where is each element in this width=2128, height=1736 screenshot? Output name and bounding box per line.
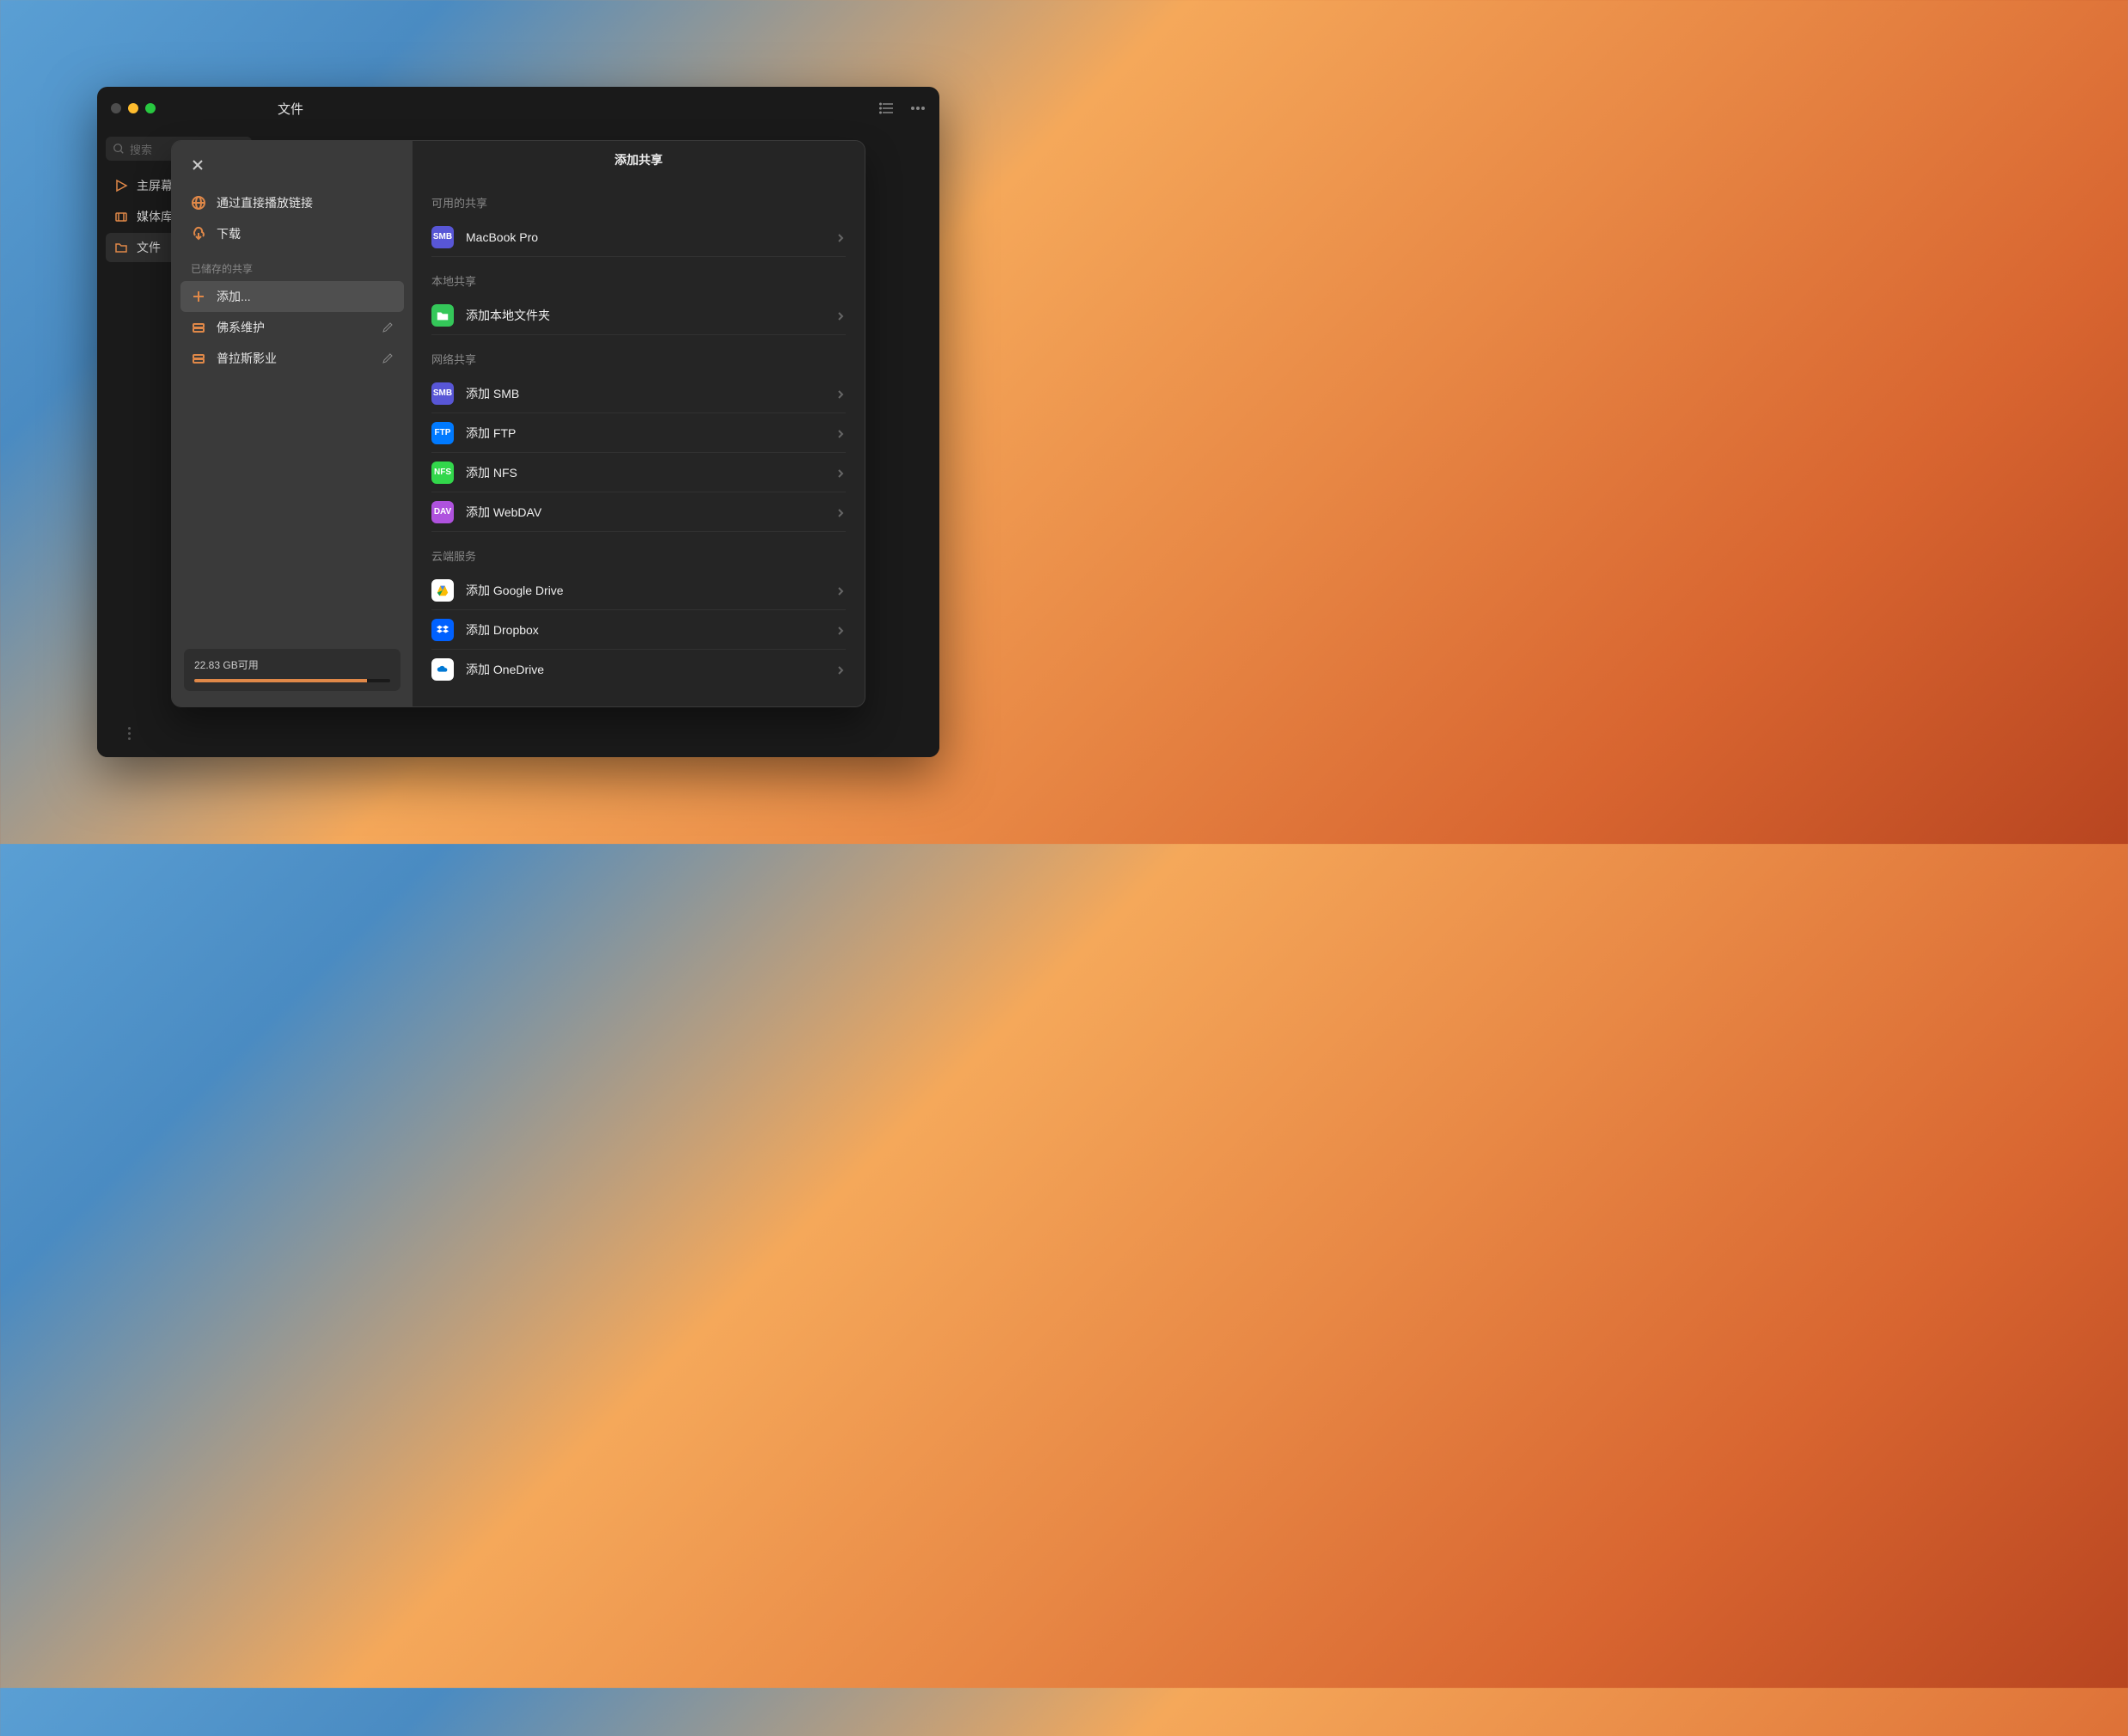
share-option-label: MacBook Pro [466, 230, 823, 244]
download-item[interactable]: 下载 [180, 218, 404, 249]
maximize-window-button[interactable] [145, 103, 156, 113]
chevron-right-icon [835, 664, 846, 675]
titlebar: 文件 [97, 87, 939, 130]
share-option-gdrive[interactable]: 添加 Google Drive [431, 571, 846, 610]
share-option-label: 添加 OneDrive [466, 661, 823, 678]
dialog-item-label: 添加... [217, 288, 394, 305]
share-option-onedrive[interactable]: 添加 OneDrive [431, 650, 846, 689]
dropbox-icon [431, 619, 454, 641]
google-drive-icon [431, 579, 454, 602]
chevron-right-icon [835, 310, 846, 321]
traffic-lights [111, 103, 156, 113]
list-view-icon[interactable] [879, 101, 895, 116]
dialog-sidebar: 通过直接播放链接 下载 已储存的共享 添加... 佛系维护 普拉斯影业 [172, 141, 413, 706]
share-option-label: 添加 WebDAV [466, 504, 823, 521]
chevron-right-icon [835, 468, 846, 478]
storage-bar [194, 679, 390, 682]
section-header-available: 可用的共享 [431, 194, 846, 211]
saved-share-item[interactable]: 佛系维护 [180, 312, 404, 343]
storage-label: 22.83 GB可用 [194, 657, 390, 672]
onedrive-icon [431, 658, 454, 681]
section-header-network: 网络共享 [431, 351, 846, 367]
server-icon [191, 320, 206, 335]
chevron-right-icon [835, 507, 846, 517]
add-share-item[interactable]: 添加... [180, 281, 404, 312]
sidebar-item-label: 媒体库 [137, 208, 173, 225]
server-icon [191, 351, 206, 366]
search-placeholder: 搜索 [130, 141, 152, 157]
folder-icon [431, 304, 454, 327]
close-icon[interactable] [186, 153, 210, 177]
webdav-icon: DAV [431, 501, 454, 523]
edit-icon[interactable] [382, 352, 394, 364]
chevron-right-icon [835, 428, 846, 438]
share-option-nfs[interactable]: NFS 添加 NFS [431, 453, 846, 492]
section-header-cloud: 云端服务 [431, 547, 846, 564]
play-direct-link-item[interactable]: 通过直接播放链接 [180, 187, 404, 218]
chevron-right-icon [835, 625, 846, 635]
globe-icon [191, 195, 206, 211]
ftp-icon: FTP [431, 422, 454, 444]
storage-fill [194, 679, 367, 682]
share-option-label: 添加 NFS [466, 464, 823, 481]
chevron-right-icon [835, 388, 846, 399]
more-icon[interactable] [910, 101, 926, 116]
saved-share-item[interactable]: 普拉斯影业 [180, 343, 404, 374]
share-option-ftp[interactable]: FTP 添加 FTP [431, 413, 846, 453]
storage-widget: 22.83 GB可用 [184, 649, 401, 691]
share-option-label: 添加 SMB [466, 385, 823, 402]
close-window-button[interactable] [111, 103, 121, 113]
sidebar-item-label: 文件 [137, 239, 161, 256]
dialog-item-label: 下载 [217, 225, 394, 242]
nfs-icon: NFS [431, 462, 454, 484]
sidebar-item-label: 主屏幕 [137, 177, 173, 194]
share-option-smb[interactable]: SMB 添加 SMB [431, 374, 846, 413]
share-options-scroll[interactable]: 可用的共享 SMB MacBook Pro 本地共享 添加本地文件夹 网络共享 … [413, 179, 865, 706]
chevron-right-icon [835, 585, 846, 596]
plus-icon [191, 289, 206, 304]
play-icon [114, 179, 128, 193]
app-window: 文件 搜索 主屏幕 媒体库 [97, 87, 939, 757]
window-title: 文件 [278, 100, 303, 118]
dialog-title: 添加共享 [413, 141, 865, 179]
edit-icon[interactable] [382, 321, 394, 333]
share-option-label: 添加 Dropbox [466, 621, 823, 639]
download-icon [191, 226, 206, 241]
share-option-label: 添加 FTP [466, 425, 823, 442]
smb-icon: SMB [431, 226, 454, 248]
share-option-dropbox[interactable]: 添加 Dropbox [431, 610, 846, 650]
folder-icon [114, 241, 128, 254]
share-option-webdav[interactable]: DAV 添加 WebDAV [431, 492, 846, 532]
section-header-local: 本地共享 [431, 272, 846, 289]
share-option-macbook[interactable]: SMB MacBook Pro [431, 217, 846, 257]
smb-icon: SMB [431, 382, 454, 405]
dialog-content: 添加共享 可用的共享 SMB MacBook Pro 本地共享 添加本地文件夹 … [413, 141, 865, 706]
share-option-local-folder[interactable]: 添加本地文件夹 [431, 296, 846, 335]
dialog-item-label: 通过直接播放链接 [217, 194, 394, 211]
dialog-item-label: 普拉斯影业 [217, 350, 371, 367]
add-share-dialog: 通过直接播放链接 下载 已储存的共享 添加... 佛系维护 普拉斯影业 [171, 140, 865, 707]
share-option-label: 添加 Google Drive [466, 582, 823, 599]
library-icon [114, 210, 128, 223]
chevron-right-icon [835, 232, 846, 242]
saved-shares-header: 已储存的共享 [180, 249, 404, 281]
resize-handle-icon[interactable] [128, 727, 131, 740]
minimize-window-button[interactable] [128, 103, 138, 113]
share-option-label: 添加本地文件夹 [466, 307, 823, 324]
dialog-item-label: 佛系维护 [217, 319, 371, 336]
